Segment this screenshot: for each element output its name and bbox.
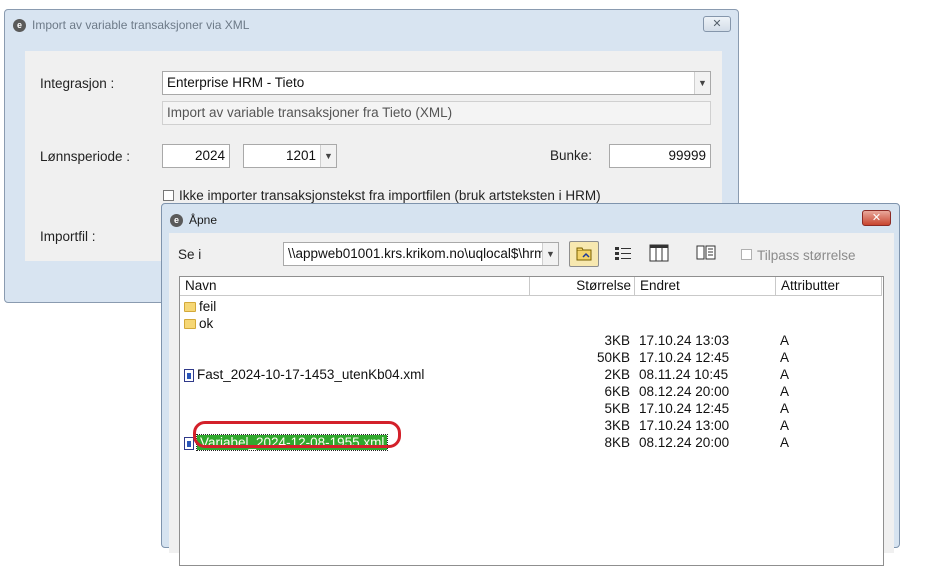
open-dialog-title: Åpne xyxy=(189,213,218,227)
importfil-label: Importfil : xyxy=(40,229,96,244)
integrasjon-dropdown[interactable]: Enterprise HRM - Tieto ▼ xyxy=(162,71,711,95)
chevron-down-icon[interactable]: ▼ xyxy=(320,145,336,167)
list-view-button[interactable] xyxy=(608,241,638,267)
folder-name: feil xyxy=(199,299,217,314)
folder-icon xyxy=(184,302,196,313)
details-view-button[interactable] xyxy=(644,241,674,267)
file-modified: 08.12.24 20:00 xyxy=(639,384,730,399)
file-size: 5KB xyxy=(604,401,630,416)
column-header-size[interactable]: Størrelse xyxy=(530,277,635,296)
ikke-importer-checkbox[interactable] xyxy=(163,190,174,201)
file-attributes: A xyxy=(780,350,790,365)
list-item[interactable]: 5KB 17.10.24 12:45 A xyxy=(180,400,880,417)
details-view-icon xyxy=(649,244,669,262)
chevron-down-icon[interactable]: ▼ xyxy=(542,243,558,265)
column-header-modified[interactable]: Endret xyxy=(635,277,776,296)
bunke-input[interactable]: 99999 xyxy=(609,144,711,168)
list-item[interactable]: Fast_2024-10-17-1453_utenKb04.xml 2KB 08… xyxy=(180,366,880,383)
preview-view-icon xyxy=(696,245,716,260)
folder-name: ok xyxy=(199,316,214,331)
bunke-label: Bunke: xyxy=(550,148,593,163)
xml-file-icon xyxy=(184,368,194,382)
file-size: 2KB xyxy=(604,367,630,382)
file-modified: 17.10.24 12:45 xyxy=(639,401,730,416)
list-item[interactable]: ok xyxy=(180,315,880,332)
file-attributes: A xyxy=(780,333,790,348)
integrasjon-value: Enterprise HRM - Tieto xyxy=(167,75,305,90)
file-size: 3KB xyxy=(604,418,630,433)
file-size: 50KB xyxy=(596,350,630,365)
file-list[interactable]: Navn Størrelse Endret Attributter feil o… xyxy=(179,276,884,566)
import-window-close-button[interactable]: ✕ xyxy=(703,16,731,32)
file-modified: 08.11.24 10:45 xyxy=(639,367,729,382)
file-attributes: A xyxy=(780,435,790,450)
open-dialog-close-button[interactable]: ✕ xyxy=(862,210,891,226)
file-modified: 17.10.24 13:00 xyxy=(639,418,730,433)
file-size: 8KB xyxy=(604,435,630,450)
folder-icon xyxy=(184,319,196,330)
up-folder-icon xyxy=(576,247,592,261)
up-folder-button[interactable] xyxy=(569,241,599,267)
look-in-path: \\appweb01001.krs.krikom.no\uqlocal$\hrm… xyxy=(288,246,553,261)
column-header-name[interactable]: Navn xyxy=(180,277,530,296)
file-modified: 08.12.24 20:00 xyxy=(639,435,730,450)
period-dropdown[interactable]: 1201 ▼ xyxy=(243,144,337,168)
period-value: 1201 xyxy=(285,148,316,163)
file-size: 3KB xyxy=(604,333,630,348)
file-attributes: A xyxy=(780,401,790,416)
open-dialog-titlebar: e Åpne xyxy=(170,211,217,229)
fit-size-checkbox[interactable] xyxy=(741,249,752,260)
open-file-dialog: e Åpne ✕ Se i \\appweb01001.krs.krikom.n… xyxy=(161,203,900,566)
list-item[interactable]: 50KB 17.10.24 12:45 A xyxy=(180,349,880,366)
lonnsperiode-label: Lønnsperiode : xyxy=(40,149,131,164)
file-modified: 17.10.24 12:45 xyxy=(639,350,730,365)
list-item[interactable]: 3KB 17.10.24 13:03 A xyxy=(180,332,880,349)
year-input[interactable]: 2024 xyxy=(162,144,230,168)
list-item[interactable]: feil xyxy=(180,298,880,315)
open-dialog-client: Se i \\appweb01001.krs.krikom.no\uqlocal… xyxy=(169,233,894,566)
list-view-icon xyxy=(615,247,631,260)
preview-view-button[interactable] xyxy=(691,241,721,267)
import-window-titlebar: e Import av variable transaksjoner via X… xyxy=(13,16,249,34)
column-header-attributes[interactable]: Attributter xyxy=(776,277,882,296)
annotation-highlight-oval xyxy=(193,421,401,448)
file-attributes: A xyxy=(780,418,790,433)
fit-size-label: Tilpass størrelse xyxy=(757,248,856,263)
ikke-importer-label: Ikke importer transaksjonstekst fra impo… xyxy=(179,188,601,203)
file-attributes: A xyxy=(780,367,790,382)
integrasjon-description-field: Import av variable transaksjoner fra Tie… xyxy=(162,101,711,125)
integrasjon-label: Integrasjon : xyxy=(40,76,115,91)
file-modified: 17.10.24 13:03 xyxy=(639,333,730,348)
import-window-title: Import av variable transaksjoner via XML xyxy=(32,18,250,32)
app-logo-icon: e xyxy=(13,18,26,32)
file-name: Fast_2024-10-17-1453_utenKb04.xml xyxy=(197,367,425,382)
app-logo-icon: e xyxy=(170,213,183,227)
chevron-down-icon[interactable]: ▼ xyxy=(694,72,710,94)
list-item[interactable]: 6KB 08.12.24 20:00 A xyxy=(180,383,880,400)
file-attributes: A xyxy=(780,384,790,399)
look-in-label: Se i xyxy=(178,247,202,262)
file-size: 6KB xyxy=(604,384,630,399)
look-in-dropdown[interactable]: \\appweb01001.krs.krikom.no\uqlocal$\hrm… xyxy=(283,242,559,266)
